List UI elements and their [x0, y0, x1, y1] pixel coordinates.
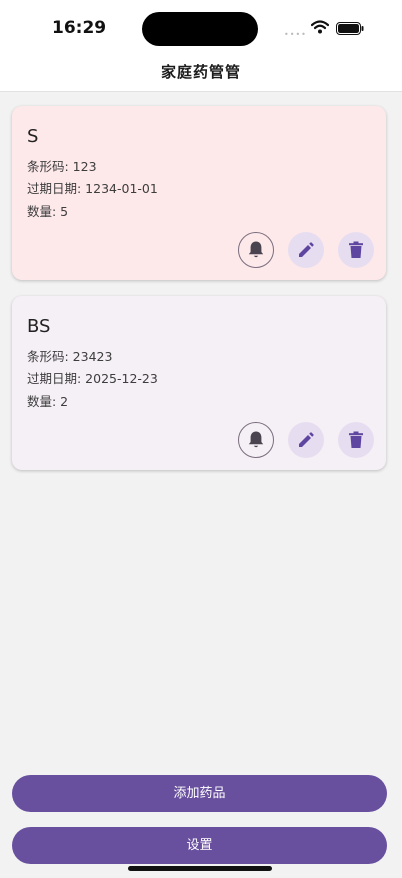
bell-icon — [248, 241, 264, 258]
reminder-button[interactable] — [238, 422, 274, 458]
delete-button[interactable] — [338, 422, 374, 458]
medicine-expiry: 过期日期: 1234-01-01 — [27, 181, 158, 196]
medicine-name: S — [27, 126, 39, 147]
cellular-signal-icon: •••• — [284, 30, 307, 39]
trash-icon — [349, 431, 363, 448]
medicine-barcode: 条形码: 23423 — [27, 349, 113, 364]
edit-button[interactable] — [288, 232, 324, 268]
battery-icon — [336, 22, 364, 35]
delete-button[interactable] — [338, 232, 374, 268]
bell-icon — [248, 431, 264, 448]
medicine-name: BS — [27, 316, 51, 337]
medicine-quantity: 数量: 5 — [27, 204, 69, 219]
medicine-barcode: 条形码: 123 — [27, 159, 97, 174]
settings-button[interactable]: 设置 — [12, 827, 387, 864]
medicine-quantity: 数量: 2 — [27, 394, 69, 409]
app-bar: 家庭药管管 — [0, 60, 402, 92]
status-bar: 16:29 •••• — [0, 0, 402, 60]
page-title: 家庭药管管 — [160, 63, 241, 81]
wifi-icon — [311, 20, 329, 34]
trash-icon — [349, 241, 363, 258]
pencil-icon — [299, 432, 314, 447]
dynamic-island — [142, 12, 258, 46]
status-time: 16:29 — [52, 18, 107, 38]
pencil-icon — [299, 242, 314, 257]
medicine-card: BS 条形码: 23423 过期日期: 2025-12-23 数量: 2 — [12, 296, 386, 470]
medicine-card: S 条形码: 123 过期日期: 1234-01-01 数量: 5 — [12, 106, 386, 280]
home-indicator — [128, 866, 272, 871]
reminder-button[interactable] — [238, 232, 274, 268]
edit-button[interactable] — [288, 422, 324, 458]
add-medicine-button[interactable]: 添加药品 — [12, 775, 387, 812]
medicine-expiry: 过期日期: 2025-12-23 — [27, 371, 158, 386]
